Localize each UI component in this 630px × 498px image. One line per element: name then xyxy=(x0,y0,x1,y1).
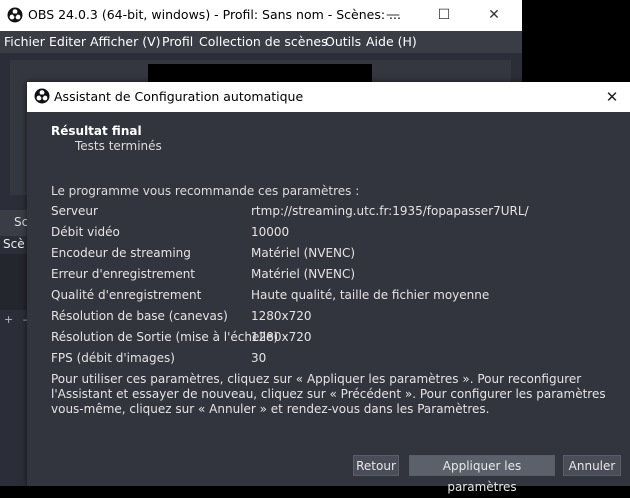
obs-logo-icon xyxy=(7,7,23,23)
setting-value: Matériel (NVENC) xyxy=(251,267,356,281)
recommendation-intro: Le programme vous recommande ces paramèt… xyxy=(51,184,360,198)
cancel-button[interactable]: Annuler xyxy=(563,455,621,476)
dialog-title-bar: Assistant de Configuration automatique ✕ xyxy=(27,82,630,112)
menu-afficher[interactable]: Afficher (V) xyxy=(90,34,161,49)
close-button[interactable]: ✕ xyxy=(476,4,512,26)
setting-key: Erreur d'enregistrement xyxy=(51,267,196,281)
setting-row: Serveur rtmp://streaming.utc.fr:1935/fop… xyxy=(51,204,621,225)
menu-collection-scenes[interactable]: Collection de scènes xyxy=(199,34,328,49)
setting-row: Résolution de Sortie (mise à l'échelle) … xyxy=(51,330,621,351)
minimize-button[interactable]: — xyxy=(375,4,411,26)
instructions-text: Pour utiliser ces paramètres, cliquez su… xyxy=(51,372,606,416)
setting-value: 1280x720 xyxy=(251,309,312,323)
setting-key: FPS (débit d'images) xyxy=(51,351,175,365)
setting-row: Erreur d'enregistrement Matériel (NVENC) xyxy=(51,267,621,288)
setting-key: Résolution de base (canevas) xyxy=(51,309,228,323)
scenes-list[interactable] xyxy=(0,254,28,310)
setting-row: Qualité d'enregistrement Haute qualité, … xyxy=(51,288,621,309)
setting-key: Qualité d'enregistrement xyxy=(51,288,202,302)
menu-fichier[interactable]: Fichier xyxy=(4,34,45,49)
settings-list: Serveur rtmp://streaming.utc.fr:1935/fop… xyxy=(51,204,621,372)
setting-key: Résolution de Sortie (mise à l'échelle) xyxy=(51,330,279,344)
obs-title-bar: OBS 24.0.3 (64-bit, windows) - Profil: S… xyxy=(0,0,522,31)
menu-bar: Fichier Editer Afficher (V) Profil Colle… xyxy=(0,31,522,53)
setting-row: Encodeur de streaming Matériel (NVENC) xyxy=(51,246,621,267)
section-subtitle: Tests terminés xyxy=(75,139,162,153)
dialog-title: Assistant de Configuration automatique xyxy=(54,89,304,104)
obs-logo-icon xyxy=(34,88,50,104)
setting-row: Résolution de base (canevas) 1280x720 xyxy=(51,309,621,330)
setting-value: 10000 xyxy=(251,225,290,239)
section-title: Résultat final xyxy=(51,124,142,138)
apply-settings-button[interactable]: Appliquer les paramètres xyxy=(409,455,555,494)
menu-profil[interactable]: Profil xyxy=(162,34,193,49)
setting-key: Encodeur de streaming xyxy=(51,246,191,260)
setting-key: Serveur xyxy=(51,204,98,218)
obs-window-title: OBS 24.0.3 (64-bit, windows) - Profil: S… xyxy=(28,7,401,22)
setting-key: Débit vidéo xyxy=(51,225,120,239)
back-button[interactable]: Retour xyxy=(353,455,399,476)
setting-value: Matériel (NVENC) xyxy=(251,246,356,260)
maximize-button[interactable]: ☐ xyxy=(426,4,462,26)
dialog-close-button[interactable]: ✕ xyxy=(600,85,624,109)
setting-row: Débit vidéo 10000 xyxy=(51,225,621,246)
setting-row: FPS (débit d'images) 30 xyxy=(51,351,621,372)
menu-aide[interactable]: Aide (H) xyxy=(366,34,417,49)
menu-editer[interactable]: Editer xyxy=(49,34,86,49)
setting-value: rtmp://streaming.utc.fr:1935/fopapasser7… xyxy=(251,204,529,218)
auto-config-dialog: Assistant de Configuration automatique ✕… xyxy=(27,82,630,494)
setting-value: 1280x720 xyxy=(251,330,312,344)
scenes-label: Scè xyxy=(3,237,25,251)
scenes-dock-title: Sc xyxy=(0,210,28,236)
setting-value: Haute qualité, taille de fichier moyenne xyxy=(251,288,490,302)
setting-value: 30 xyxy=(251,351,267,365)
menu-outils[interactable]: Outils xyxy=(325,34,361,49)
